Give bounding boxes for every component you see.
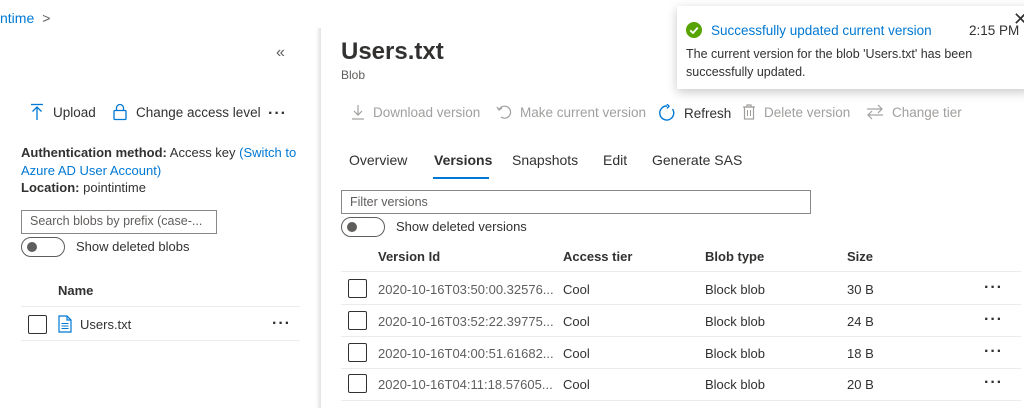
size-cell: 18 B: [847, 346, 874, 361]
upload-button[interactable]: Upload: [29, 103, 96, 121]
blob-subtitle: Blob: [341, 68, 366, 82]
success-check-icon: [686, 22, 702, 38]
blob-container-pane: ntime > « Upload Change access level ··· …: [0, 0, 318, 408]
table-row[interactable]: 2020-10-16T04:11:18.57605... Cool Block …: [321, 368, 1021, 400]
notification-message: The current version for the blob 'Users.…: [686, 47, 973, 79]
tab-overview[interactable]: Overview: [349, 152, 407, 168]
tab-snapshots[interactable]: Snapshots: [512, 152, 578, 168]
swap-arrows-icon: [867, 104, 883, 120]
show-deleted-versions-toggle[interactable]: [341, 217, 385, 237]
size-cell: 20 B: [847, 377, 874, 392]
size-cell: 30 B: [847, 282, 874, 297]
row-more-button[interactable]: ···: [984, 344, 1003, 360]
download-version-button[interactable]: Download version: [351, 104, 480, 120]
file-name[interactable]: Users.txt: [80, 317, 131, 332]
table-row[interactable]: 2020-10-16T03:52:22.39775... Cool Block …: [321, 304, 1021, 336]
show-deleted-blobs-toggle[interactable]: [21, 237, 65, 257]
column-header-size[interactable]: Size: [847, 249, 873, 264]
table-row[interactable]: 2020-10-16T03:50:00.32576... Cool Block …: [321, 272, 1021, 304]
blob-type-cell: Block blob: [705, 346, 765, 361]
version-id-cell: 2020-10-16T03:50:00.32576...: [378, 282, 554, 297]
column-header-version-id[interactable]: Version Id: [378, 249, 440, 264]
divider: [341, 400, 1021, 401]
row-checkbox[interactable]: [348, 374, 367, 393]
version-id-cell: 2020-10-16T04:00:51.61682...: [378, 346, 554, 361]
auth-method-block: Authentication method: Access key (Switc…: [21, 144, 306, 180]
blob-search-input[interactable]: Search blobs by prefix (case-...: [21, 210, 217, 234]
location-label: Location:: [21, 180, 80, 195]
breadcrumb[interactable]: ntime >: [0, 10, 50, 26]
trash-icon: [743, 104, 755, 120]
delete-version-button[interactable]: Delete version: [742, 104, 850, 120]
upload-label: Upload: [53, 104, 96, 120]
undo-icon: [496, 105, 512, 119]
success-notification[interactable]: Successfully updated current version 2:1…: [677, 6, 1024, 89]
access-tier-cell: Cool: [563, 377, 590, 392]
tab-versions[interactable]: Versions: [434, 152, 492, 168]
show-deleted-blobs-label: Show deleted blobs: [76, 239, 190, 254]
row-more-button[interactable]: ···: [984, 375, 1003, 391]
column-header-blob-type[interactable]: Blob type: [705, 249, 764, 264]
divider: [21, 340, 300, 341]
blob-type-cell: Block blob: [705, 314, 765, 329]
row-checkbox[interactable]: [348, 343, 367, 362]
divider: [21, 306, 300, 307]
delete-version-label: Delete version: [764, 104, 851, 120]
file-row-more-button[interactable]: ···: [272, 316, 291, 332]
make-current-version-label: Make current version: [520, 104, 647, 120]
row-more-button[interactable]: ···: [984, 280, 1003, 296]
version-id-cell: 2020-10-16T04:11:18.57605...: [378, 377, 553, 392]
notification-time: 2:15 PM: [969, 23, 1020, 38]
change-tier-button[interactable]: Change tier: [866, 104, 962, 120]
show-deleted-versions-label: Show deleted versions: [396, 219, 527, 234]
change-access-level-label: Change access level: [136, 104, 261, 120]
column-header-access-tier[interactable]: Access tier: [563, 249, 632, 264]
row-more-button[interactable]: ···: [984, 312, 1003, 328]
breadcrumb-separator: >: [42, 10, 51, 26]
upload-icon: [31, 103, 43, 120]
download-version-label: Download version: [373, 104, 481, 120]
table-row[interactable]: 2020-10-16T04:00:51.61682... Cool Block …: [321, 336, 1021, 368]
active-tab-indicator: [433, 177, 489, 179]
location-block: Location: pointintime: [21, 180, 146, 195]
refresh-icon: [659, 104, 675, 121]
refresh-button[interactable]: Refresh: [658, 104, 731, 122]
toggle-knob: [27, 242, 37, 252]
blob-title: Users.txt: [341, 38, 444, 65]
row-checkbox[interactable]: [348, 311, 367, 330]
access-tier-cell: Cool: [563, 346, 590, 361]
change-access-level-button[interactable]: Change access level: [112, 103, 261, 121]
access-tier-cell: Cool: [563, 282, 590, 297]
lock-icon: [113, 103, 127, 121]
change-tier-label: Change tier: [892, 104, 962, 120]
download-icon: [352, 105, 364, 120]
name-column-header[interactable]: Name: [58, 283, 93, 298]
notification-title: Successfully updated current version: [711, 23, 932, 38]
refresh-label: Refresh: [684, 105, 732, 121]
toggle-knob: [347, 222, 357, 232]
file-row[interactable]: Users.txt ···: [0, 310, 300, 340]
blob-type-cell: Block blob: [705, 377, 765, 392]
more-actions-button[interactable]: ···: [268, 106, 287, 122]
auth-method-value: Access key: [169, 145, 236, 160]
blob-type-cell: Block blob: [705, 282, 765, 297]
tab-edit[interactable]: Edit: [603, 152, 627, 168]
version-id-cell: 2020-10-16T03:52:22.39775...: [378, 314, 554, 329]
collapse-pane-button[interactable]: «: [276, 44, 285, 62]
auth-method-label: Authentication method:: [21, 145, 167, 160]
size-cell: 24 B: [847, 314, 874, 329]
file-icon: [58, 315, 72, 333]
filter-versions-input[interactable]: Filter versions: [341, 190, 811, 214]
access-tier-cell: Cool: [563, 314, 590, 329]
file-row-checkbox[interactable]: [28, 315, 47, 334]
row-checkbox[interactable]: [348, 279, 367, 298]
close-icon[interactable]: ✕: [1013, 9, 1024, 30]
breadcrumb-item[interactable]: ntime: [0, 10, 34, 26]
make-current-version-button[interactable]: Make current version: [496, 104, 646, 120]
tab-generate-sas[interactable]: Generate SAS: [652, 152, 742, 168]
location-value: pointintime: [83, 180, 146, 195]
